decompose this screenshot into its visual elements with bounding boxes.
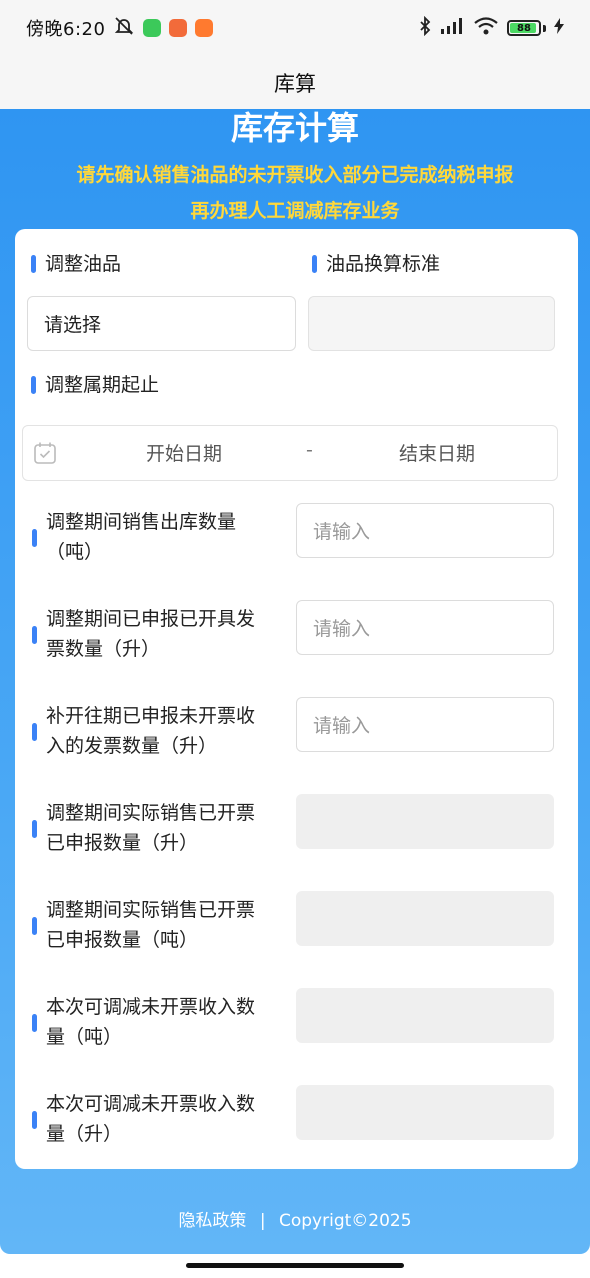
reducible-qty-liters-label: 本次可调减未开票收入数 量（升）	[32, 1089, 286, 1149]
conversion-standard-label: 油品换算标准	[312, 249, 440, 279]
sales-outbound-qty-label: 调整期间销售出库数量 （吨）	[32, 507, 286, 567]
form-card: 调整油品 油品换算标准 请选择 调整属期起止 开始日期 - 结束日期 调整期间销…	[15, 229, 578, 1169]
oil-label: 调整油品	[31, 249, 121, 279]
charging-icon	[554, 18, 564, 38]
oil-select[interactable]: 请选择	[27, 296, 296, 351]
conversion-standard-field	[308, 296, 555, 351]
period-label: 调整属期起止	[31, 370, 159, 400]
notice-text: 请先确认销售油品的未开票收入部分已完成纳税申报 再办理人工调减库存业务	[76, 164, 514, 222]
bluetooth-icon	[419, 15, 431, 40]
signal-icon	[439, 16, 465, 40]
copyright-text: Copyrigt©2025	[278, 1211, 412, 1231]
date-range-picker[interactable]: 开始日期 - 结束日期	[22, 425, 558, 481]
reducible-qty-tons-field	[296, 988, 554, 1043]
sales-outbound-qty-input[interactable]: 请输入	[296, 503, 554, 558]
actual-sales-liters-field	[296, 794, 554, 849]
declared-invoiced-qty-input[interactable]: 请输入	[296, 600, 554, 655]
shopping-bag-app-icon	[195, 19, 214, 37]
actual-sales-tons-field	[296, 891, 554, 946]
declared-invoiced-qty-label: 调整期间已申报已开具发 票数量（升）	[32, 604, 286, 664]
status-time: 傍晚6:20	[26, 19, 106, 40]
battery-icon: 88	[507, 20, 541, 36]
reducible-qty-liters-field	[296, 1085, 554, 1140]
calendar-icon	[33, 441, 57, 470]
green-app-icon	[143, 19, 162, 37]
orange-app-icon	[169, 19, 188, 37]
status-bar: 傍晚6:20 88	[0, 0, 590, 56]
footer-separator: |	[259, 1211, 266, 1231]
home-indicator[interactable]	[186, 1263, 404, 1268]
end-date[interactable]: 结束日期	[399, 439, 475, 466]
actual-sales-liters-label: 调整期间实际销售已开票 已申报数量（升）	[32, 798, 286, 858]
page-title: 库算	[274, 71, 316, 96]
hero-title: 库存计算	[230, 109, 359, 143]
actual-sales-tons-label: 调整期间实际销售已开票 已申报数量（吨）	[32, 895, 286, 955]
date-separator: -	[306, 439, 313, 461]
supplementary-invoice-qty-label: 补开往期已申报未开票收 入的发票数量（升）	[32, 701, 286, 761]
privacy-policy-link[interactable]: 隐私政策	[178, 1211, 246, 1231]
footer: 隐私政策 | Copyrigt©2025	[0, 1206, 590, 1231]
wifi-icon	[473, 16, 499, 40]
start-date[interactable]: 开始日期	[146, 439, 222, 466]
supplementary-invoice-qty-input[interactable]: 请输入	[296, 697, 554, 752]
mute-notification-icon	[113, 16, 135, 40]
nav-bar: 库算	[0, 56, 590, 109]
reducible-qty-tons-label: 本次可调减未开票收入数 量（吨）	[32, 992, 286, 1052]
